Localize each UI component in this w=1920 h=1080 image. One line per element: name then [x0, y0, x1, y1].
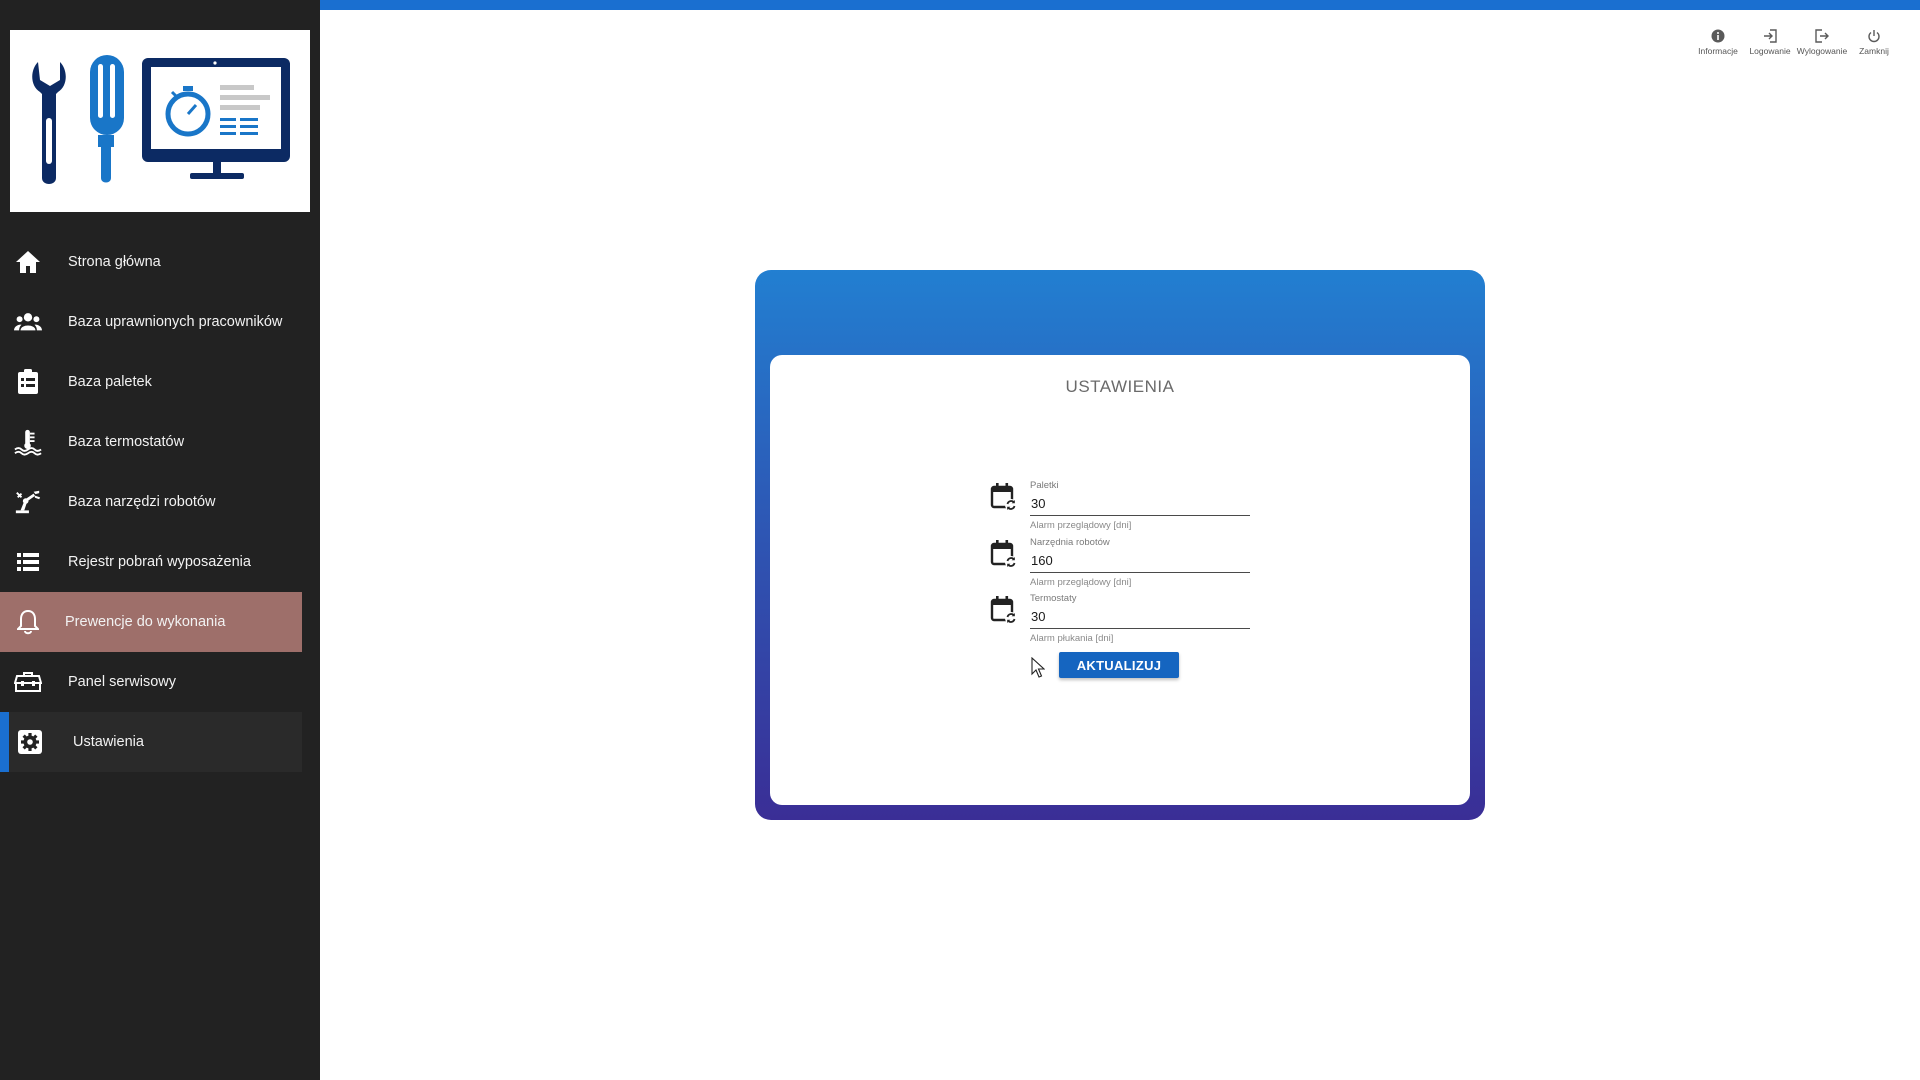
- sidebar-item-label: Baza narzędzi robotów: [68, 494, 216, 510]
- sidebar-item-service-panel[interactable]: Panel serwisowy: [0, 652, 302, 712]
- active-indicator: [0, 712, 9, 772]
- sidebar-item-robot-tools[interactable]: Baza narzędzi robotów: [0, 472, 302, 532]
- sidebar-item-pallets[interactable]: Baza paletek: [0, 352, 302, 412]
- sidebar-item-thermostats[interactable]: Baza termostatów: [0, 412, 302, 472]
- sidebar-item-equipment-register[interactable]: Rejestr pobrań wyposażenia: [0, 532, 302, 592]
- calendar-sync-icon: [990, 483, 1017, 511]
- logout-icon: [1814, 28, 1830, 44]
- bell-icon: [14, 608, 42, 636]
- sidebar-item-home[interactable]: Strona główna: [0, 232, 302, 292]
- home-icon: [14, 248, 42, 276]
- sidebar-item-label: Panel serwisowy: [68, 674, 176, 690]
- close-label: Zamknij: [1859, 46, 1889, 56]
- app-logo: [10, 30, 310, 212]
- people-icon: [14, 308, 42, 336]
- field-helper-text: Alarm przeglądowy [dni]: [1030, 520, 1132, 531]
- clipboard-list-icon: [14, 368, 42, 396]
- sidebar-item-label: Baza uprawnionych pracowników: [68, 314, 283, 330]
- logout-button[interactable]: Wylogowanie: [1796, 28, 1848, 56]
- field-label: Narzędnia robotów: [1030, 537, 1110, 548]
- field-helper-text: Alarm przeglądowy [dni]: [1030, 577, 1132, 588]
- sidebar-item-label: Ustawienia: [73, 734, 144, 750]
- sidebar-item-label: Baza termostatów: [68, 434, 185, 450]
- sidebar-item-employees[interactable]: Baza uprawnionych pracowników: [0, 292, 302, 352]
- field-thermostats: Termostaty Alarm płukania [dni]: [990, 593, 1250, 649]
- top-accent-bar: [320, 0, 1920, 10]
- calendar-sync-icon: [990, 540, 1017, 568]
- field-robot-tools: Narzędnia robotów Alarm przeglądowy [dni…: [990, 537, 1250, 593]
- info-icon: [1710, 28, 1726, 44]
- info-button[interactable]: Informacje: [1692, 28, 1744, 56]
- thermostats-days-input[interactable]: [1030, 605, 1250, 629]
- info-label: Informacje: [1698, 46, 1738, 56]
- field-pallets: Paletki Alarm przeglądowy [dni]: [990, 480, 1250, 536]
- login-label: Logowanie: [1749, 46, 1791, 56]
- close-button[interactable]: Zamknij: [1848, 28, 1900, 56]
- gear-icon: [16, 728, 44, 756]
- sidebar-item-label: Rejestr pobrań wyposażenia: [68, 554, 251, 570]
- logout-label: Wylogowanie: [1796, 46, 1848, 56]
- robot-arm-icon: [14, 488, 42, 516]
- login-icon: [1762, 28, 1778, 44]
- toolbox-icon: [14, 668, 42, 696]
- sidebar-item-settings[interactable]: Ustawienia: [0, 712, 302, 772]
- page-title: USTAWIENIA: [1065, 377, 1175, 396]
- settings-card-body: USTAWIENIA Paletki Alarm przeglądowy [dn…: [770, 355, 1470, 805]
- calendar-sync-icon: [990, 596, 1017, 624]
- field-label: Termostaty: [1030, 593, 1077, 604]
- sidebar-item-preventions[interactable]: Prewencje do wykonania: [0, 592, 302, 652]
- field-label: Paletki: [1030, 480, 1059, 491]
- login-button[interactable]: Logowanie: [1744, 28, 1796, 56]
- sidebar-item-label: Strona główna: [68, 254, 161, 270]
- pallets-days-input[interactable]: [1030, 492, 1250, 516]
- settings-card: USTAWIENIA Paletki Alarm przeglądowy [dn…: [755, 270, 1485, 820]
- sidebar-nav: Strona główna Baza uprawnionych pracowni…: [0, 232, 320, 772]
- update-button[interactable]: AKTUALIZUJ: [1059, 652, 1179, 678]
- list-icon: [14, 548, 42, 576]
- robot-tools-days-input[interactable]: [1030, 549, 1250, 573]
- mouse-cursor-icon: [1031, 657, 1045, 678]
- sidebar: Strona główna Baza uprawnionych pracowni…: [0, 0, 320, 1080]
- thermostat-icon: [14, 428, 42, 456]
- field-helper-text: Alarm płukania [dni]: [1030, 633, 1114, 644]
- sidebar-item-label: Prewencje do wykonania: [65, 614, 226, 630]
- power-icon: [1866, 28, 1882, 44]
- sidebar-item-label: Baza paletek: [68, 374, 152, 390]
- logo-tools-monitor-icon: [32, 55, 290, 184]
- top-actions: Informacje Logowanie Wylogowanie Zamknij: [1692, 28, 1900, 56]
